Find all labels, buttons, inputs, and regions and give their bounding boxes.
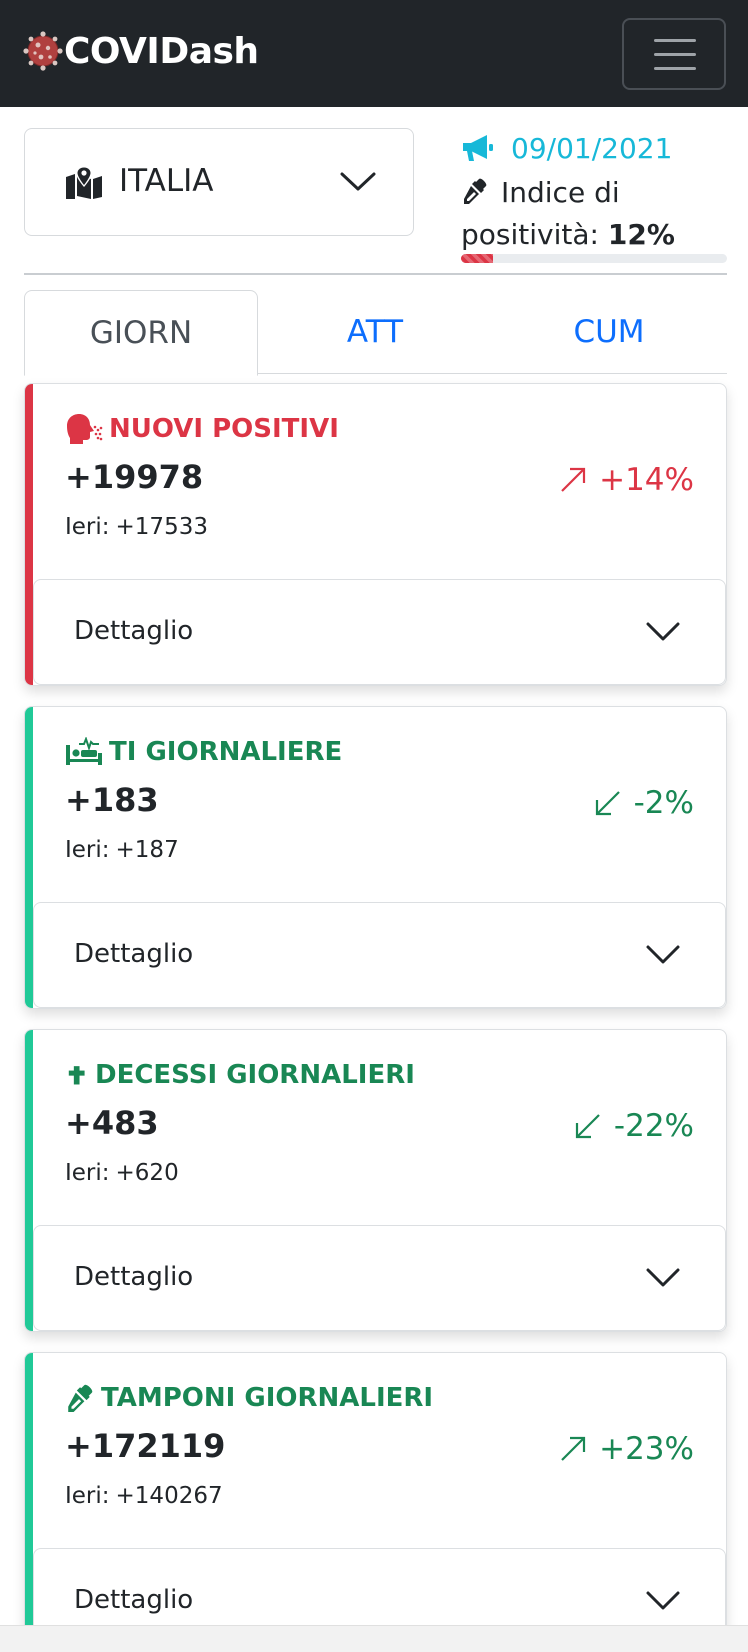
browser-bottom-bar <box>0 1625 748 1652</box>
card-value: +19978 <box>65 458 204 496</box>
card-trend: +23% <box>559 1431 694 1467</box>
arrow-down-left-icon <box>575 1114 600 1139</box>
card-nuovi-positivi: NUOVI POSITIVI +19978 Ieri: +17533 +14% D… <box>24 383 727 686</box>
card-trend-value: +23% <box>599 1431 694 1467</box>
card-yesterday: Ieri: +187 <box>65 837 179 863</box>
card-accent <box>25 707 33 1008</box>
card-yesterday: Ieri: +140267 <box>65 1483 223 1509</box>
bullhorn-icon <box>463 135 493 161</box>
tab-cum[interactable]: CUM <box>492 290 726 374</box>
card-yesterday: Ieri: +17533 <box>65 514 208 540</box>
chevron-down-icon <box>646 622 680 641</box>
cross-icon <box>68 1066 85 1085</box>
card-yesterday: Ieri: +620 <box>65 1160 179 1186</box>
arrow-up-right-icon <box>561 467 586 492</box>
card-value: +172119 <box>65 1427 226 1465</box>
chevron-down-icon <box>340 172 376 191</box>
eye-dropper-icon <box>68 1384 93 1412</box>
arrow-down-left-icon <box>595 791 620 816</box>
card-trend-value: -2% <box>633 785 694 821</box>
card-accent <box>25 1353 33 1652</box>
update-date: 09/01/2021 <box>511 131 673 165</box>
card-value: +183 <box>65 781 159 819</box>
detail-label: Dettaglio <box>74 1262 194 1292</box>
card-trend: +14% <box>559 462 694 498</box>
card-trend: -2% <box>594 785 694 821</box>
virus-logo-icon <box>23 31 63 71</box>
detail-toggle[interactable]: Dettaglio <box>33 1225 726 1331</box>
positivity-index: Indice di positività: 12% <box>461 172 727 256</box>
date-row: 09/01/2021 <box>461 128 727 168</box>
chevron-down-icon <box>646 1591 680 1610</box>
card-title-text: NUOVI POSITIVI <box>109 414 339 444</box>
card-title-text: TI GIORNALIERE <box>109 737 343 767</box>
detail-label: Dettaglio <box>74 939 194 969</box>
chevron-down-icon <box>646 945 680 964</box>
card-title-text: TAMPONI GIORNALIERI <box>101 1383 434 1413</box>
card-title: DECESSI GIORNALIERI <box>65 1060 415 1090</box>
divider <box>24 273 727 275</box>
detail-toggle[interactable]: Dettaglio <box>33 902 726 1008</box>
detail-label: Dettaglio <box>74 1585 194 1615</box>
card-accent <box>25 384 33 685</box>
card-title: TI GIORNALIERE <box>65 737 342 767</box>
brand[interactable]: COVIDash <box>22 30 259 72</box>
info-panel: 09/01/2021 Indice di positività: 12% <box>461 128 727 252</box>
card-title: TAMPONI GIORNALIERI <box>65 1383 433 1413</box>
card-title: NUOVI POSITIVI <box>65 414 339 444</box>
navbar: COVIDash <box>0 0 748 107</box>
card-trend-value: -22% <box>613 1108 694 1144</box>
chevron-down-icon <box>646 1268 680 1287</box>
brand-name: COVIDash <box>64 30 259 72</box>
card-accent <box>25 1030 33 1331</box>
hamburger-menu-icon <box>654 39 696 42</box>
card-value: +483 <box>65 1104 159 1142</box>
region-select[interactable]: ITALIA <box>24 128 414 236</box>
card-trend-value: +14% <box>599 462 694 498</box>
procedures-bed-icon <box>66 737 102 765</box>
tab-giorn[interactable]: GIORN <box>24 290 258 376</box>
hamburger-menu-button[interactable] <box>622 18 726 90</box>
card-ti-giornaliere: TI GIORNALIERE +183 Ieri: +187 -2% Dettag… <box>24 706 727 1009</box>
region-label: ITALIA <box>119 163 214 199</box>
card-tamponi-giornalieri: TAMPONI GIORNALIERI +172119 Ieri: +140267… <box>24 1352 727 1652</box>
eye-dropper-icon <box>464 178 487 204</box>
tab-att[interactable]: ATT <box>258 290 492 374</box>
card-decessi-giornalieri: DECESSI GIORNALIERI +483 Ieri: +620 -22% … <box>24 1029 727 1332</box>
positivity-progress <box>461 254 727 263</box>
tabs: GIORN ATT CUM <box>24 290 727 376</box>
arrow-up-right-icon <box>561 1436 586 1461</box>
positivity-value: 12% <box>607 218 675 251</box>
head-cough-icon <box>67 414 103 444</box>
detail-toggle[interactable]: Dettaglio <box>33 579 726 685</box>
map-marked-icon <box>66 166 102 199</box>
page: COVIDash ITALIA 09/01/2021 Indice di pos… <box>0 0 748 1652</box>
detail-label: Dettaglio <box>74 616 194 646</box>
card-trend: -22% <box>574 1108 694 1144</box>
card-title-text: DECESSI GIORNALIERI <box>95 1060 415 1090</box>
positivity-progress-fill <box>461 254 493 263</box>
